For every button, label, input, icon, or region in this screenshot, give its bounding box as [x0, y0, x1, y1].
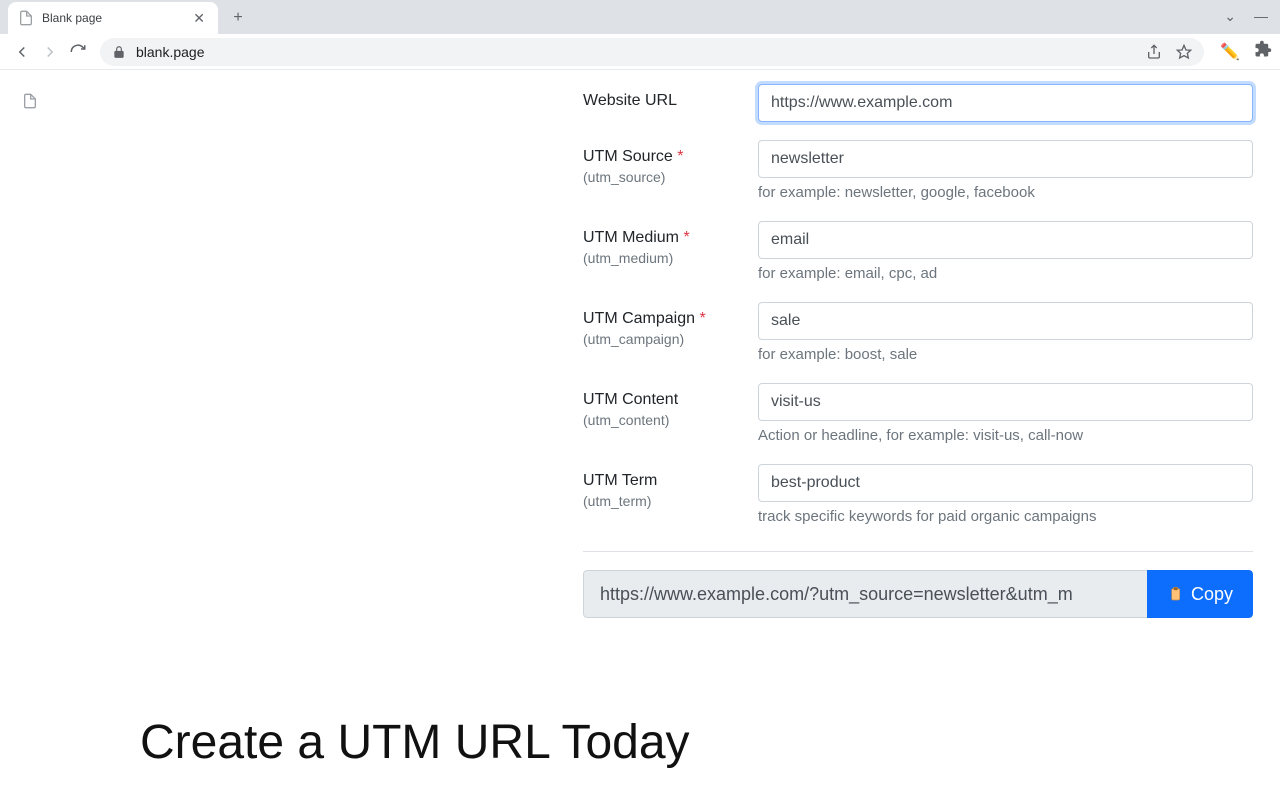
utm-term-label: UTM Term: [583, 472, 758, 490]
utm-content-label: UTM Content: [583, 391, 758, 409]
result-row: https://www.example.com/?utm_source=news…: [583, 570, 1253, 618]
copy-label: Copy: [1191, 584, 1233, 605]
window-controls: ⌄ —: [1224, 8, 1268, 25]
utm-campaign-sublabel: (utm_campaign): [583, 331, 758, 347]
document-icon: [22, 92, 38, 110]
utm-term-sublabel: (utm_term): [583, 493, 758, 509]
utm-form: Website URL UTM Source * (utm_source) fo…: [583, 84, 1253, 618]
copy-button[interactable]: Copy: [1147, 570, 1253, 618]
utm-term-input[interactable]: [758, 464, 1253, 502]
utm-campaign-hint: for example: boost, sale: [758, 346, 1253, 363]
utm-medium-sublabel: (utm_medium): [583, 250, 758, 266]
utm-medium-input[interactable]: [758, 221, 1253, 259]
utm-medium-hint: for example: email, cpc, ad: [758, 265, 1253, 282]
clipboard-icon: [1167, 585, 1183, 603]
star-icon[interactable]: [1176, 44, 1192, 60]
pencil-icon[interactable]: ✏️: [1220, 42, 1240, 62]
reload-button[interactable]: [64, 38, 92, 66]
browser-chrome: Blank page ✕ + ⌄ — blank.page ✏️: [0, 0, 1280, 70]
website-url-label: Website URL: [583, 92, 758, 110]
utm-campaign-input[interactable]: [758, 302, 1253, 340]
back-button[interactable]: [8, 38, 36, 66]
utm-content-sublabel: (utm_content): [583, 412, 758, 428]
utm-content-input[interactable]: [758, 383, 1253, 421]
lock-icon: [112, 45, 126, 59]
chevron-down-icon[interactable]: ⌄: [1224, 8, 1236, 25]
address-bar-row: blank.page ✏️: [0, 34, 1280, 70]
tab-bar: Blank page ✕ + ⌄ —: [0, 0, 1280, 34]
headline: Create a UTM URL Today: [140, 715, 690, 770]
url-text: blank.page: [136, 44, 1132, 60]
address-bar[interactable]: blank.page: [100, 38, 1204, 66]
utm-campaign-label: UTM Campaign *: [583, 310, 758, 328]
website-url-input[interactable]: [758, 84, 1253, 122]
close-icon[interactable]: ✕: [190, 10, 208, 27]
utm-source-input[interactable]: [758, 140, 1253, 178]
toolbar-right: ✏️: [1212, 40, 1272, 63]
forward-button[interactable]: [36, 38, 64, 66]
utm-source-hint: for example: newsletter, google, faceboo…: [758, 184, 1253, 201]
page-content: Website URL UTM Source * (utm_source) fo…: [0, 70, 1280, 618]
share-icon[interactable]: [1146, 44, 1162, 60]
extensions-icon[interactable]: [1254, 40, 1272, 63]
separator: [583, 551, 1253, 552]
utm-medium-label: UTM Medium *: [583, 229, 758, 247]
result-url[interactable]: https://www.example.com/?utm_source=news…: [583, 570, 1147, 618]
utm-content-hint: Action or headline, for example: visit-u…: [758, 427, 1253, 444]
utm-source-label: UTM Source *: [583, 148, 758, 166]
new-tab-button[interactable]: +: [224, 4, 252, 32]
minimize-icon[interactable]: —: [1254, 8, 1268, 25]
utm-term-hint: track specific keywords for paid organic…: [758, 508, 1253, 525]
utm-source-sublabel: (utm_source): [583, 169, 758, 185]
browser-tab[interactable]: Blank page ✕: [8, 2, 218, 34]
page-icon: [18, 10, 34, 26]
tab-title: Blank page: [42, 11, 190, 25]
